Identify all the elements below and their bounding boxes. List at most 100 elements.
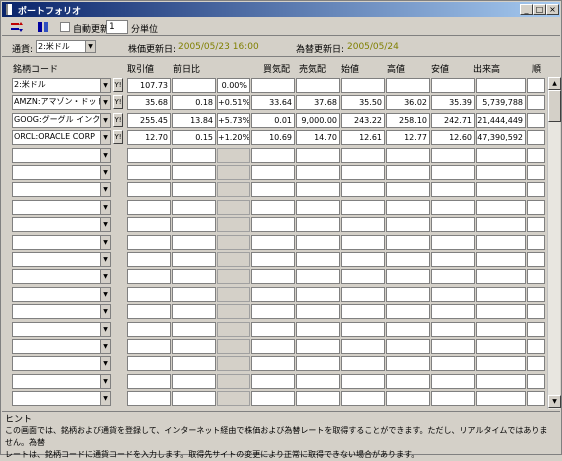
stock-code-select[interactable]: ▼ [12, 217, 111, 233]
cell-low[interactable] [431, 78, 475, 93]
cell-bid[interactable] [251, 234, 295, 250]
minimize-button[interactable]: _ [520, 4, 533, 15]
cell-pct[interactable] [217, 147, 250, 163]
cell-change[interactable] [172, 304, 216, 320]
cell-pct[interactable]: +5.73% [217, 112, 250, 128]
cell-pct[interactable] [217, 165, 250, 180]
cell-pct[interactable] [217, 356, 250, 372]
cell-open[interactable] [341, 234, 385, 250]
cell-order[interactable] [527, 391, 545, 407]
cell-open[interactable] [341, 165, 385, 180]
cell-price[interactable]: 255.45 [127, 112, 171, 128]
cell-price[interactable]: 35.68 [127, 95, 171, 111]
cell-ask[interactable] [296, 373, 340, 389]
cell-volume[interactable] [476, 321, 526, 337]
cell-change[interactable] [172, 252, 216, 267]
cell-open[interactable] [341, 391, 385, 407]
cell-price[interactable] [127, 269, 171, 285]
cell-change[interactable] [172, 217, 216, 233]
cell-high[interactable] [386, 147, 430, 163]
cell-order[interactable] [527, 147, 545, 163]
cell-open[interactable] [341, 356, 385, 372]
cell-pct[interactable] [217, 304, 250, 320]
cell-ask[interactable] [296, 339, 340, 354]
cell-pct[interactable] [217, 391, 250, 407]
yahoo-button[interactable]: Y! [113, 95, 123, 110]
cell-volume[interactable] [476, 339, 526, 354]
cell-open[interactable] [341, 304, 385, 320]
cell-ask[interactable] [296, 78, 340, 93]
cell-low[interactable] [431, 147, 475, 163]
cell-change[interactable] [172, 269, 216, 285]
stock-code-select[interactable]: ▼ [12, 286, 111, 302]
chevron-down-icon[interactable]: ▼ [100, 148, 110, 162]
cell-high[interactable] [386, 269, 430, 285]
close-button[interactable]: × [546, 4, 559, 15]
cell-volume[interactable] [476, 373, 526, 389]
cell-open[interactable] [341, 321, 385, 337]
cell-volume[interactable] [476, 286, 526, 302]
cell-volume[interactable] [476, 147, 526, 163]
cell-volume[interactable] [476, 252, 526, 267]
cell-high[interactable] [386, 182, 430, 198]
cell-price[interactable] [127, 304, 171, 320]
cell-low[interactable] [431, 356, 475, 372]
cell-price[interactable] [127, 286, 171, 302]
cell-pct[interactable]: +1.20% [217, 130, 250, 146]
cell-order[interactable] [527, 269, 545, 285]
stock-code-select[interactable]: GOOG:グーグル インク ▼ [12, 112, 111, 128]
chevron-down-icon[interactable]: ▼ [100, 322, 110, 336]
cell-ask[interactable] [296, 182, 340, 198]
cell-high[interactable] [386, 217, 430, 233]
cell-low[interactable] [431, 304, 475, 320]
yahoo-button[interactable]: Y! [113, 78, 123, 92]
cell-high[interactable] [386, 252, 430, 267]
cell-ask[interactable] [296, 147, 340, 163]
cell-pct[interactable]: +0.51% [217, 95, 250, 111]
cell-change[interactable]: 0.18 [172, 95, 216, 111]
stock-code-select[interactable]: ▼ [12, 199, 111, 215]
yahoo-button[interactable]: Y! [113, 130, 123, 145]
cell-high[interactable] [386, 199, 430, 215]
cell-volume[interactable] [476, 391, 526, 407]
cell-low[interactable] [431, 217, 475, 233]
cell-open[interactable]: 35.50 [341, 95, 385, 111]
cell-pct[interactable] [217, 252, 250, 267]
cell-order[interactable] [527, 95, 545, 111]
cell-order[interactable] [527, 321, 545, 337]
cell-order[interactable] [527, 339, 545, 354]
stock-code-select[interactable]: ORCL:ORACLE CORP ▼ [12, 130, 111, 146]
cell-low[interactable] [431, 391, 475, 407]
cell-price[interactable] [127, 182, 171, 198]
cell-order[interactable] [527, 252, 545, 267]
cell-order[interactable] [527, 182, 545, 198]
cell-bid[interactable] [251, 182, 295, 198]
cell-bid[interactable] [251, 339, 295, 354]
cell-high[interactable] [386, 234, 430, 250]
cell-low[interactable] [431, 339, 475, 354]
cell-volume[interactable]: 21,444,449 [476, 112, 526, 128]
cell-order[interactable] [527, 112, 545, 128]
cell-high[interactable] [386, 321, 430, 337]
cell-open[interactable]: 12.61 [341, 130, 385, 146]
refresh-icon[interactable] [36, 21, 50, 33]
chevron-down-icon[interactable]: ▼ [100, 374, 110, 388]
yahoo-button[interactable]: Y! [113, 112, 123, 127]
cell-pct[interactable] [217, 182, 250, 198]
chevron-down-icon[interactable]: ▼ [100, 305, 110, 319]
cell-change[interactable] [172, 356, 216, 372]
cell-bid[interactable] [251, 391, 295, 407]
cell-volume[interactable]: 47,390,592 [476, 130, 526, 146]
cell-high[interactable] [386, 339, 430, 354]
cell-ask[interactable] [296, 234, 340, 250]
cell-bid[interactable]: 10.69 [251, 130, 295, 146]
cell-change[interactable] [172, 78, 216, 93]
cell-volume[interactable] [476, 165, 526, 180]
update-interval-input[interactable]: 1 [106, 20, 128, 34]
cell-open[interactable] [341, 252, 385, 267]
cell-order[interactable] [527, 199, 545, 215]
cell-open[interactable] [341, 269, 385, 285]
cell-pct[interactable] [217, 234, 250, 250]
cell-change[interactable] [172, 373, 216, 389]
scroll-down-icon[interactable]: ▼ [548, 395, 561, 408]
